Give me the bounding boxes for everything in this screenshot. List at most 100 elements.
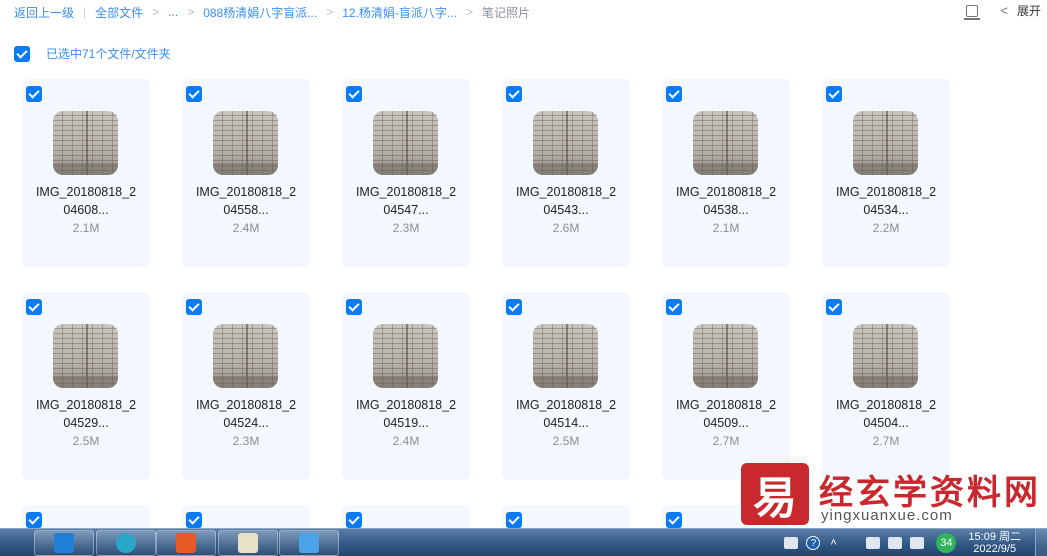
file-checkbox[interactable] <box>186 86 202 102</box>
file-checkbox[interactable] <box>666 512 682 528</box>
file-thumbnail[interactable] <box>53 324 118 388</box>
keyboard-icon[interactable] <box>784 537 799 549</box>
file-card[interactable]: IMG_20180818_2 04529... 2.5M <box>22 292 150 480</box>
file-size: 2.4M <box>232 221 260 235</box>
file-checkbox[interactable] <box>26 86 42 102</box>
tray-chevron-icon[interactable]: ˄ <box>830 537 838 549</box>
file-thumbnail[interactable] <box>693 111 758 175</box>
file-thumbnail[interactable] <box>373 111 438 175</box>
file-size: 2.2M <box>872 221 900 235</box>
breadcrumb: 返回上一级 | 全部文件 > ... > 088杨清娟八字盲派... > 12.… <box>14 3 530 21</box>
file-name[interactable]: IMG_20180818_2 04509... <box>662 396 790 432</box>
file-thumbnail[interactable] <box>213 324 278 388</box>
system-tray: ? ˄ 34 15:09 周二 2022/9/5 <box>784 529 1047 556</box>
selection-bar: 已选中71个文件/文件夹 <box>14 45 171 62</box>
file-checkbox[interactable] <box>666 299 682 315</box>
file-thumbnail[interactable] <box>693 324 758 388</box>
file-name[interactable]: IMG_20180818_2 04543... <box>502 183 630 219</box>
file-checkbox[interactable] <box>506 86 522 102</box>
breadcrumb-divider: | <box>83 5 87 19</box>
network-icon[interactable] <box>888 537 903 549</box>
watermark-logo: 易 <box>741 463 809 525</box>
file-size: 2.6M <box>552 221 580 235</box>
file-checkbox[interactable] <box>26 299 42 315</box>
back-link[interactable]: 返回上一级 <box>14 4 74 21</box>
file-name[interactable]: IMG_20180818_2 04524... <box>182 396 310 432</box>
file-size: 2.1M <box>72 221 100 235</box>
file-checkbox[interactable] <box>26 512 42 528</box>
file-checkbox[interactable] <box>666 86 682 102</box>
app-p-icon <box>116 533 136 553</box>
file-name[interactable]: IMG_20180818_2 04519... <box>342 396 470 432</box>
taskbar-app-folder[interactable] <box>279 530 339 556</box>
file-name[interactable]: IMG_20180818_2 04538... <box>662 183 790 219</box>
notification-badge[interactable]: 34 <box>936 533 957 553</box>
file-size: 2.3M <box>232 434 260 448</box>
show-desktop-button[interactable] <box>1035 529 1047 556</box>
help-icon[interactable]: ? <box>806 536 821 550</box>
file-card[interactable]: IMG_20180818_2 04524... 2.3M <box>182 292 310 480</box>
breadcrumb-folder-1[interactable]: 088杨清娟八字盲派... <box>203 4 317 21</box>
file-checkbox[interactable] <box>826 299 842 315</box>
file-card[interactable]: IMG_20180818_2 04534... 2.2M <box>822 79 950 267</box>
clock[interactable]: 15:09 周二 2022/9/5 <box>968 531 1021 555</box>
file-card[interactable]: IMG_20180818_2 04547... 2.3M <box>342 79 470 267</box>
file-thumbnail[interactable] <box>533 111 598 175</box>
file-thumbnail[interactable] <box>53 111 118 175</box>
file-name[interactable]: IMG_20180818_2 04558... <box>182 183 310 219</box>
file-size: 2.5M <box>552 434 580 448</box>
selection-count: 已选中71个文件/文件夹 <box>46 47 171 61</box>
file-checkbox[interactable] <box>506 512 522 528</box>
file-card[interactable]: IMG_20180818_2 04558... 2.4M <box>182 79 310 267</box>
file-checkbox[interactable] <box>826 86 842 102</box>
select-all-checkbox[interactable] <box>14 45 30 62</box>
file-card[interactable]: IMG_20180818_2 04509... 2.7M <box>662 292 790 480</box>
breadcrumb-root[interactable]: 全部文件 <box>95 4 143 21</box>
file-name[interactable]: IMG_20180818_2 04514... <box>502 396 630 432</box>
file-checkbox[interactable] <box>506 299 522 315</box>
file-thumbnail[interactable] <box>373 324 438 388</box>
file-thumbnail[interactable] <box>853 111 918 175</box>
volume-icon[interactable] <box>866 537 881 549</box>
taskbar-app-orange[interactable] <box>156 530 216 556</box>
file-name[interactable]: IMG_20180818_2 04504... <box>822 396 950 432</box>
taskbar-app-p[interactable] <box>96 530 156 556</box>
file-size: 2.4M <box>392 434 420 448</box>
file-card[interactable]: IMG_20180818_2 04543... 2.6M <box>502 79 630 267</box>
file-card[interactable]: IMG_20180818_2 04538... 2.1M <box>662 79 790 267</box>
file-card[interactable]: IMG_20180818_2 04519... 2.4M <box>342 292 470 480</box>
file-name[interactable]: IMG_20180818_2 04547... <box>342 183 470 219</box>
vscode-icon <box>54 533 74 553</box>
breadcrumb-folder-2[interactable]: 12.杨清娟-盲派八字... <box>342 4 457 21</box>
file-name[interactable]: IMG_20180818_2 04534... <box>822 183 950 219</box>
clock-time: 15:09 周二 <box>968 531 1021 543</box>
taskbar-app-notepad[interactable] <box>218 530 278 556</box>
file-thumbnail[interactable] <box>213 111 278 175</box>
list-view-icon[interactable] <box>964 4 981 20</box>
file-thumbnail[interactable] <box>533 324 598 388</box>
chevron-right-icon: > <box>465 5 473 19</box>
file-size: 2.5M <box>72 434 100 448</box>
file-thumbnail[interactable] <box>853 324 918 388</box>
expand-button[interactable]: 展开 <box>1017 2 1041 19</box>
watermark-url: yingxuanxue.com <box>821 507 953 524</box>
file-checkbox[interactable] <box>186 512 202 528</box>
taskbar-app-vscode[interactable] <box>34 530 94 556</box>
signal-icon[interactable] <box>910 537 925 549</box>
file-size: 2.7M <box>872 434 900 448</box>
file-name[interactable]: IMG_20180818_2 04529... <box>22 396 150 432</box>
chevron-left-icon[interactable]: < <box>1000 3 1008 18</box>
file-checkbox[interactable] <box>346 86 362 102</box>
file-card[interactable]: IMG_20180818_2 04504... 2.7M <box>822 292 950 480</box>
breadcrumb-ellipsis[interactable]: ... <box>168 5 178 19</box>
file-card[interactable]: IMG_20180818_2 04514... 2.5M <box>502 292 630 480</box>
file-checkbox[interactable] <box>346 512 362 528</box>
watermark: 易 经玄学资料网 yingxuanxue.com <box>741 463 1041 527</box>
file-card[interactable]: IMG_20180818_2 04608... 2.1M <box>22 79 150 267</box>
file-checkbox[interactable] <box>186 299 202 315</box>
file-size: 2.1M <box>712 221 740 235</box>
taskbar: ? ˄ 34 15:09 周二 2022/9/5 <box>0 528 1047 556</box>
folder-icon <box>299 533 319 553</box>
file-checkbox[interactable] <box>346 299 362 315</box>
file-name[interactable]: IMG_20180818_2 04608... <box>22 183 150 219</box>
